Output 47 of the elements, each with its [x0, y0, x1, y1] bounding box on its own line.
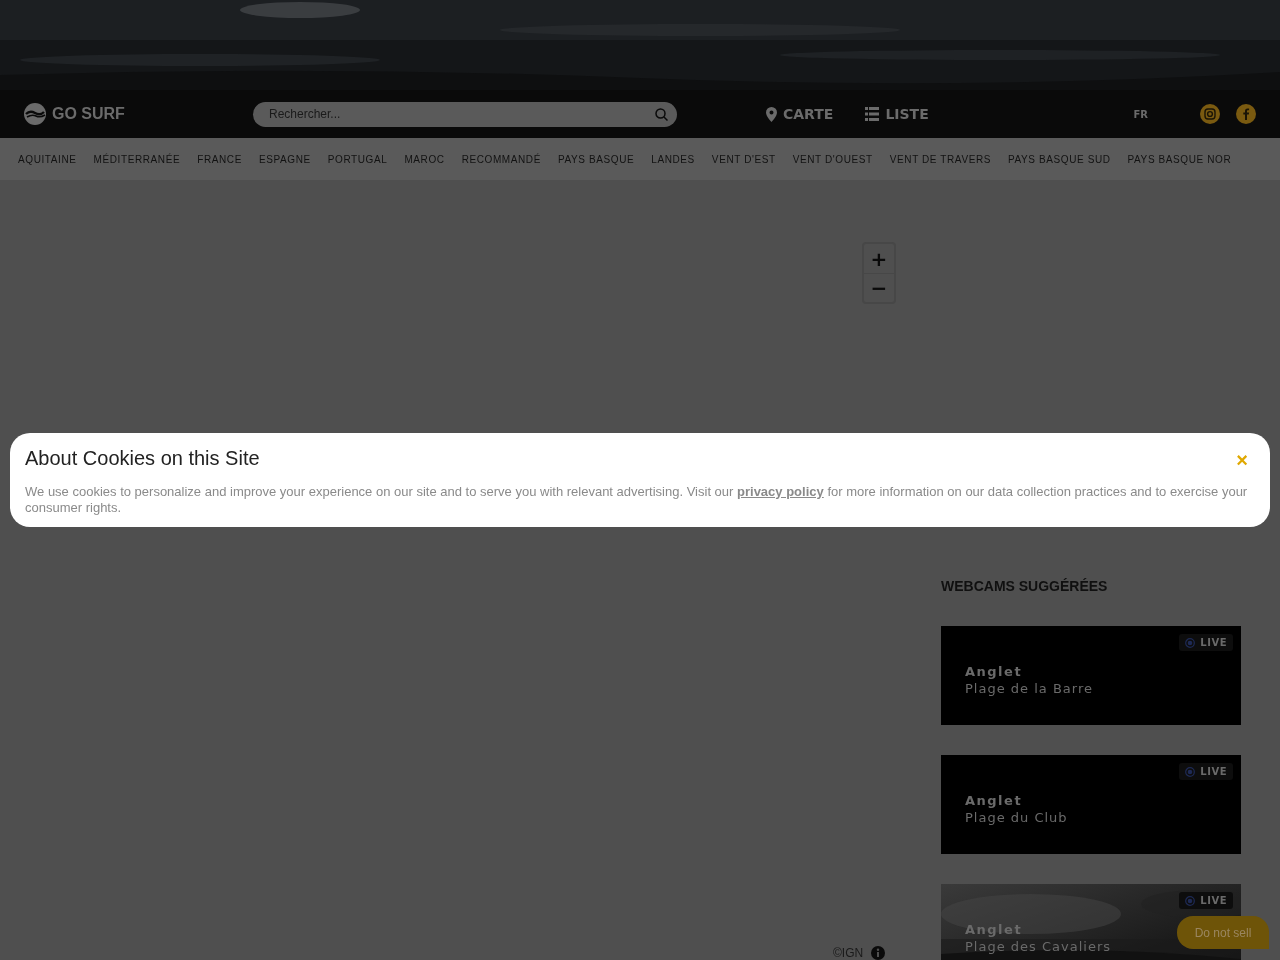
category-link[interactable]: ESPAGNE [258, 153, 311, 165]
view-tab[interactable]: CARTE [766, 106, 834, 122]
category-link[interactable]: PAYS BASQUE NOR [1127, 153, 1232, 165]
category-link[interactable]: VENT D'OUEST [792, 153, 873, 165]
do-not-sell-button[interactable]: Do not sell [1177, 916, 1269, 949]
map-pin-icon [766, 106, 777, 122]
category-link[interactable]: VENT D'EST [711, 153, 776, 165]
category-link[interactable]: RECOMMANDÉ [461, 153, 541, 165]
search-icon[interactable] [655, 107, 668, 121]
webcam-beach: Plage des Cavaliers [965, 939, 1111, 954]
category-link[interactable]: LANDES [651, 153, 695, 165]
webcam-city: Anglet [965, 922, 1024, 937]
instagram-icon[interactable] [1200, 104, 1220, 124]
section-title: WEBCAMS SUGGÉRÉES [941, 578, 1109, 594]
category-link[interactable]: PAYS BASQUE SUD [1008, 153, 1111, 165]
facebook-icon[interactable] [1236, 104, 1256, 124]
live-badge: LIVE [1179, 892, 1233, 909]
live-dot-icon [1185, 637, 1196, 648]
close-button[interactable]: × [1236, 449, 1248, 472]
zoom-out-button[interactable]: − [864, 273, 894, 302]
category-link[interactable]: PORTUGAL [327, 153, 388, 165]
webcam-card[interactable]: LIVE Anglet Plage de la Barre [941, 626, 1241, 725]
live-badge: LIVE [1179, 634, 1233, 651]
category-link[interactable]: FRANCE [197, 153, 242, 165]
zoom-in-button[interactable]: + [864, 244, 894, 273]
search-field[interactable]: Rechercher... [253, 101, 677, 127]
webcam-beach: Plage du Club [965, 810, 1068, 825]
logo-icon [24, 103, 46, 125]
live-badge: LIVE [1179, 763, 1233, 780]
info-icon[interactable] [871, 946, 886, 960]
view-tab[interactable]: LISTE [865, 106, 929, 122]
language-selector[interactable]: FR [1133, 108, 1148, 120]
category-link[interactable]: MÉDITERRANÉE [93, 153, 181, 165]
webcam-city: Anglet [965, 793, 1024, 808]
live-dot-icon [1185, 766, 1196, 777]
privacy-policy-link[interactable]: privacy policy [737, 484, 824, 499]
webcam-city: Anglet [965, 664, 1024, 679]
cookie-title: About Cookies on this Site [25, 447, 260, 470]
category-link[interactable]: VENT DE TRAVERS [889, 153, 991, 165]
category-link[interactable]: AQUITAINE [18, 153, 77, 165]
webcam-beach: Plage de la Barre [965, 681, 1093, 696]
category-link[interactable]: MAROC [404, 153, 445, 165]
webcam-card[interactable]: LIVE Anglet Plage du Club [941, 755, 1241, 854]
logo-text[interactable]: GO SURF [52, 105, 125, 123]
list-icon [865, 107, 880, 121]
category-link[interactable]: PAYS BASQUE [557, 153, 635, 165]
live-dot-icon [1185, 895, 1196, 906]
